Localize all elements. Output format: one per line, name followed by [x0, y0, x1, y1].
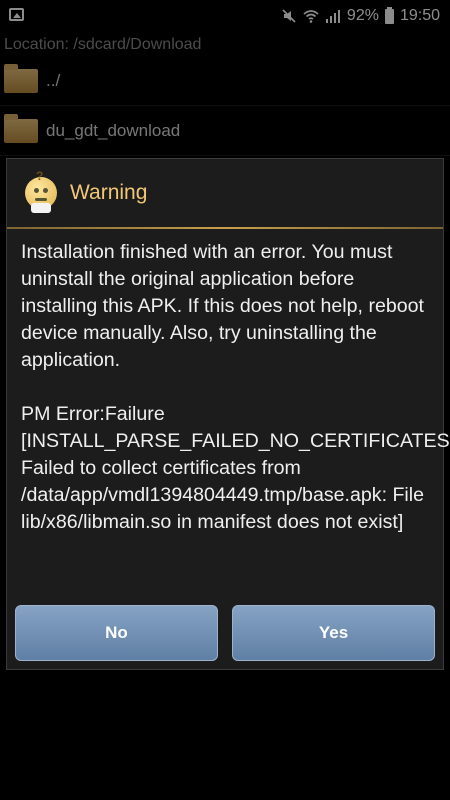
no-button[interactable]: No	[15, 605, 218, 661]
yes-button[interactable]: Yes	[232, 605, 435, 661]
dialog-title: Warning	[70, 181, 148, 204]
warning-dialog: ? Warning Installation finished with an …	[6, 158, 450, 670]
dialog-header: ? Warning	[7, 159, 443, 227]
title-divider	[7, 227, 443, 229]
dialog-message: Installation finished with an error. You…	[21, 241, 450, 533]
warning-emoji-icon: ?	[25, 169, 57, 213]
